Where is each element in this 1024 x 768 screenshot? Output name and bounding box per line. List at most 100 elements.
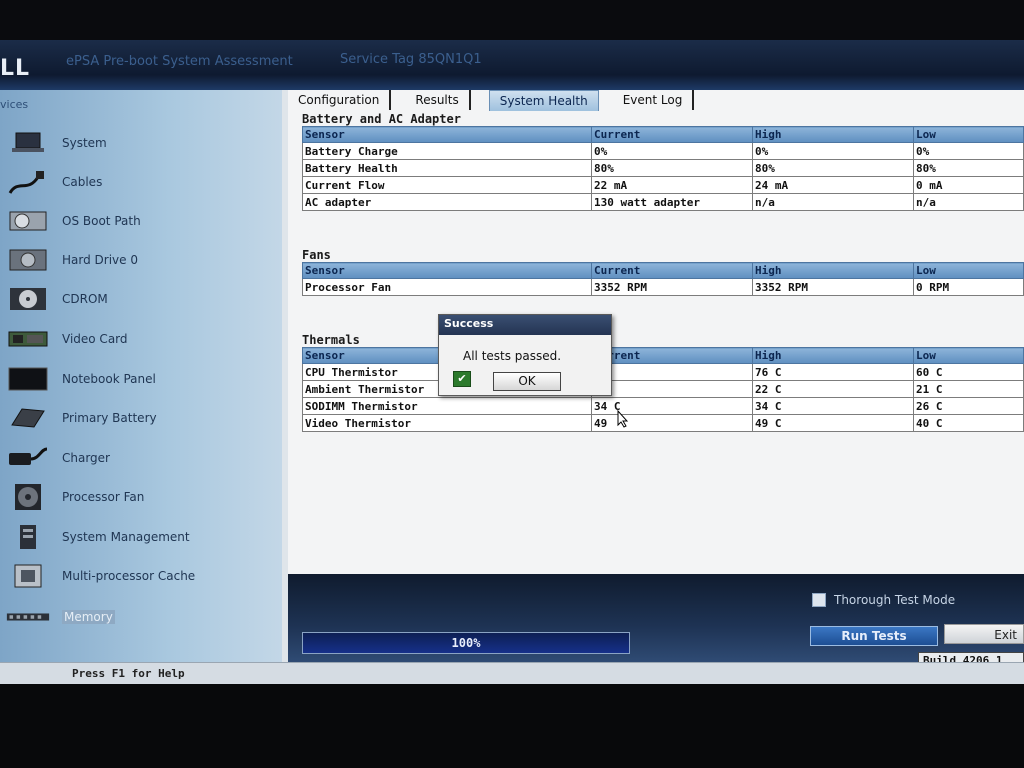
device-sidebar: vices System Cables OS Boot Path Hard Dr… [0,90,282,662]
boot-path-icon [6,206,50,236]
sidebar-item-label: Multi-processor Cache [62,569,196,583]
table-row: CPU Thermistor C 76 C 60 C [302,363,1024,381]
charger-icon [6,443,50,473]
tab-event-log[interactable]: Event Log [612,90,695,110]
notebook-panel-icon [6,364,50,394]
fans-section-title: Fans [302,248,331,262]
table-cell: 80% [591,159,753,177]
thorough-test-mode-checkbox[interactable] [812,593,826,607]
table-cell: 0 RPM [913,278,1024,296]
table-header-row: Sensor Current High Low [302,262,1024,279]
sidebar-item-notebook-panel[interactable]: Notebook Panel [6,362,276,396]
table-cell: 0% [913,142,1024,160]
sidebar-item-os-boot-path[interactable]: OS Boot Path [6,204,276,238]
screen: LL ePSA Pre-boot System Assessment Servi… [0,40,1024,684]
sidebar-item-label: Hard Drive 0 [62,253,138,267]
app-title: ePSA Pre-boot System Assessment [66,54,293,69]
sidebar-item-memory[interactable]: Memory [6,600,276,634]
table-cell: Video Thermistor [302,414,592,432]
service-tag: Service Tag 85QN1Q1 [340,52,482,67]
title-bar: LL ePSA Pre-boot System Assessment Servi… [0,40,1024,90]
table-header-row: Sensor Current High Low [302,347,1024,364]
battery-icon [6,403,50,433]
battery-section-title: Battery and AC Adapter [302,112,461,126]
column-header: Low [913,126,1024,143]
memory-icon [6,602,50,632]
table-cell: C [591,363,753,381]
check-icon: ✔ [453,371,471,387]
table-cell: 26 C [913,397,1024,415]
status-bar: Press F1 for Help [0,662,1024,684]
battery-table: Sensor Current High Low Battery Charge 0… [302,126,1024,211]
video-card-icon [6,324,50,354]
table-cell: 76 C [752,363,914,381]
table-cell: 3352 RPM [591,278,753,296]
table-cell: 0% [752,142,914,160]
tab-results[interactable]: Results [405,90,471,110]
table-cell: 3352 RPM [752,278,914,296]
bottom-control-panel: Thorough Test Mode 100% Run Tests Exit [288,574,1024,662]
table-cell: 49 [591,414,753,432]
sidebar-item-cables[interactable]: Cables [6,165,276,199]
table-cell: Battery Charge [302,142,592,160]
sidebar-item-label: CDROM [62,292,108,306]
progress-bar: 100% [302,632,630,654]
sidebar-item-primary-battery[interactable]: Primary Battery [6,401,276,435]
ok-button[interactable]: OK [493,372,561,391]
column-header: High [752,347,914,364]
success-dialog: Success All tests passed. ✔ OK [438,314,612,396]
tab-configuration[interactable]: Configuration [288,90,392,110]
table-row: Battery Charge 0% 0% 0% [302,142,1024,160]
sidebar-item-label: Memory [62,610,115,624]
progress-label: 100% [451,636,481,650]
thorough-test-mode-toggle[interactable]: Thorough Test Mode [812,593,955,607]
sidebar-item-cdrom[interactable]: CDROM [6,282,276,316]
thermals-section-title: Thermals [302,333,360,347]
run-tests-button[interactable]: Run Tests [810,626,938,646]
tab-system-health[interactable]: System Health [488,90,599,111]
column-header: High [752,262,914,279]
sidebar-item-video-card[interactable]: Video Card [6,322,276,356]
table-cell: Processor Fan [302,278,592,296]
monitor-bezel-top [0,0,1024,40]
hard-drive-icon [6,245,50,275]
table-cell: 130 watt adapter [591,193,753,211]
column-header: Sensor [302,262,592,279]
table-cell: 22 mA [591,176,753,194]
table-cell: 22 C [752,380,914,398]
thorough-test-mode-label: Thorough Test Mode [834,593,956,607]
table-cell: Battery Health [302,159,592,177]
table-cell: 80% [752,159,914,177]
table-cell: 0% [591,142,753,160]
dell-logo: LL [0,56,31,81]
sidebar-item-hard-drive-0[interactable]: Hard Drive 0 [6,243,276,277]
laptop-icon [6,128,50,158]
sidebar-header: vices [0,98,29,111]
table-cell: n/a [752,193,914,211]
table-row: Battery Health 80% 80% 80% [302,159,1024,177]
table-cell: 34 C [591,397,753,415]
sidebar-item-processor-fan[interactable]: Processor Fan [6,480,276,514]
fan-icon [6,482,50,512]
column-header: Low [913,262,1024,279]
sidebar-item-system[interactable]: System [6,126,276,160]
mouse-cursor-icon [617,409,629,433]
monitor-bezel-bottom [0,684,1024,768]
table-cell: 49 C [752,414,914,432]
cdrom-icon [6,284,50,314]
column-header: Low [913,347,1024,364]
table-cell: C [591,380,753,398]
sidebar-item-label: Processor Fan [62,490,145,504]
sidebar-item-system-management[interactable]: System Management [6,520,276,554]
sidebar-item-multi-processor-cache[interactable]: Multi-processor Cache [6,559,276,593]
sidebar-item-label: System Management [62,530,190,544]
exit-button[interactable]: Exit [944,624,1024,644]
sidebar-item-label: OS Boot Path [62,214,141,228]
sidebar-item-charger[interactable]: Charger [6,441,276,475]
table-cell: 34 C [752,397,914,415]
column-header: Current [591,126,753,143]
cache-icon [6,561,50,591]
tab-bar: Configuration Results System Health Even… [288,90,1024,111]
table-cell: 24 mA [752,176,914,194]
dialog-message: All tests passed. [463,349,562,363]
